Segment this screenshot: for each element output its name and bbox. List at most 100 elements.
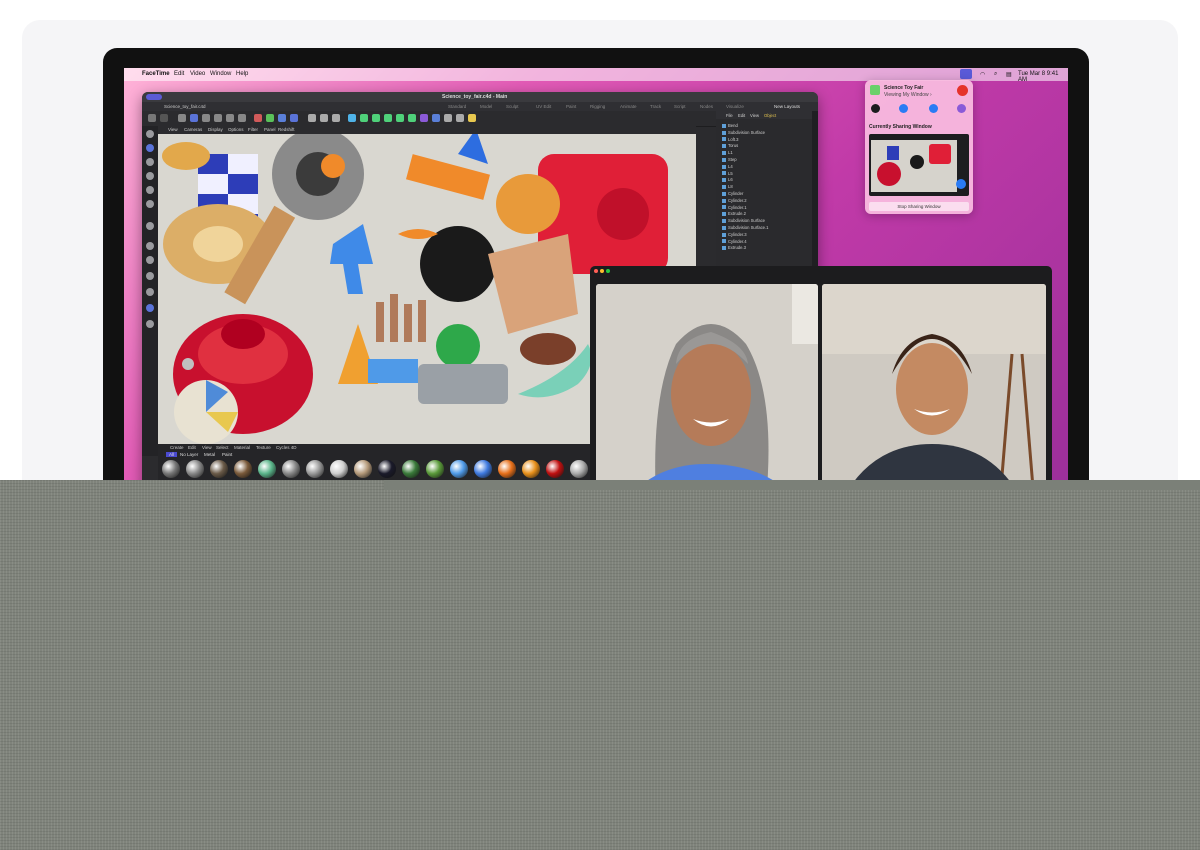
field-icon[interactable] <box>432 114 440 122</box>
material-swatch[interactable] <box>162 460 180 478</box>
vp-menu-panel[interactable]: Panel <box>264 127 276 132</box>
fracture-icon[interactable] <box>408 114 416 122</box>
tool-icon-13[interactable] <box>146 320 154 328</box>
object-row[interactable]: Subdivision Surface <box>722 130 765 136</box>
filter-metal[interactable]: Metal <box>204 452 215 457</box>
layout-tab-standard[interactable]: Standard <box>448 104 466 109</box>
material-swatch[interactable] <box>522 460 540 478</box>
object-row[interactable]: Extrude.2 <box>722 211 746 217</box>
material-swatch[interactable] <box>282 460 300 478</box>
camera-preview-icon[interactable] <box>871 104 880 113</box>
subdivision-icon[interactable] <box>372 114 380 122</box>
tool-icon-2[interactable] <box>146 144 154 152</box>
video-icon[interactable] <box>929 104 938 113</box>
mat-menu-select[interactable]: Select <box>216 445 229 450</box>
new-layouts-button[interactable]: New Layouts <box>774 104 800 109</box>
window-controls[interactable] <box>146 94 162 100</box>
object-row[interactable]: L1 <box>722 150 733 156</box>
layout-tab-nodes[interactable]: Nodes <box>700 104 713 109</box>
deformer-icon[interactable] <box>420 114 428 122</box>
shareplay-status-icon[interactable] <box>960 69 972 79</box>
vp-menu-display[interactable]: Display <box>208 127 223 132</box>
end-call-icon[interactable] <box>957 85 968 96</box>
menu-window[interactable]: Window <box>210 71 231 77</box>
cloner-icon[interactable] <box>396 114 404 122</box>
search-icon[interactable]: ⌕ <box>994 71 997 78</box>
material-swatch[interactable] <box>402 460 420 478</box>
object-row[interactable]: Subdivision Surface.1 <box>722 225 769 231</box>
undo-icon[interactable] <box>148 114 156 122</box>
om-menu-object[interactable]: Object <box>764 113 776 118</box>
vp-menu-cameras[interactable]: Cameras <box>184 127 202 132</box>
wifi-icon[interactable]: ◠ <box>980 71 985 78</box>
object-row[interactable]: Cylinder.1 <box>722 205 747 211</box>
vp-menu-options[interactable]: Options <box>228 127 244 132</box>
tool-icon-8[interactable] <box>146 242 154 250</box>
material-swatch[interactable] <box>498 460 516 478</box>
mat-menu-cycles[interactable]: Cycles 4D <box>276 445 297 450</box>
material-swatch[interactable] <box>330 460 348 478</box>
layout-tab-animate[interactable]: Animate <box>620 104 637 109</box>
mat-menu-texture[interactable]: Texture <box>256 445 271 450</box>
scene-icon[interactable] <box>444 114 452 122</box>
clock[interactable]: Tue Mar 8 9:41 AM <box>1018 71 1068 83</box>
tool-icon-1[interactable] <box>146 130 154 138</box>
layout-tab-paint[interactable]: Paint <box>566 104 576 109</box>
y-axis-icon[interactable] <box>266 114 274 122</box>
scale-tool-icon[interactable] <box>202 114 210 122</box>
layout-tab-script[interactable]: Script <box>674 104 686 109</box>
material-swatch[interactable] <box>186 460 204 478</box>
material-swatch[interactable] <box>426 460 444 478</box>
object-row[interactable]: Bend <box>722 123 738 129</box>
filter-paint[interactable]: Paint <box>222 452 232 457</box>
control-center-icon[interactable]: ▤ <box>1006 71 1012 78</box>
vp-menu-view[interactable]: View <box>168 127 178 132</box>
material-swatch[interactable] <box>450 460 468 478</box>
close-window-icon[interactable] <box>594 269 598 273</box>
zoom-window-icon[interactable] <box>606 269 610 273</box>
select-tool-icon[interactable] <box>178 114 186 122</box>
render-settings-icon[interactable] <box>332 114 340 122</box>
object-row[interactable]: Torus <box>722 143 738 149</box>
material-swatch[interactable] <box>354 460 372 478</box>
material-swatch[interactable] <box>306 460 324 478</box>
object-row[interactable]: Extrude.3 <box>722 245 746 251</box>
pen-icon[interactable] <box>360 114 368 122</box>
share-subtitle[interactable]: Viewing My Window › <box>884 92 932 98</box>
material-swatch[interactable] <box>546 460 564 478</box>
mat-menu-create[interactable]: Create <box>170 445 184 450</box>
tool-icon-7[interactable] <box>146 222 154 230</box>
mat-menu-material[interactable]: Material <box>234 445 250 450</box>
material-swatch[interactable] <box>234 460 252 478</box>
rotate-tool-icon[interactable] <box>214 114 222 122</box>
shared-window-thumbnail[interactable] <box>869 134 969 196</box>
vp-menu-filter[interactable]: Filter <box>248 127 258 132</box>
tool-icon-4[interactable] <box>146 172 154 180</box>
object-row[interactable]: L5 <box>722 171 733 177</box>
x-axis-icon[interactable] <box>254 114 262 122</box>
material-swatch[interactable] <box>570 460 588 478</box>
menu-app-name[interactable]: FaceTime <box>142 71 170 77</box>
redo-icon[interactable] <box>160 114 168 122</box>
array-icon[interactable] <box>384 114 392 122</box>
coordinate-system-icon[interactable] <box>290 114 298 122</box>
layout-tab-visualize[interactable]: Visualize <box>726 104 744 109</box>
object-row[interactable]: Cylinder.2 <box>722 198 747 204</box>
material-swatch[interactable] <box>258 460 276 478</box>
microphone-icon[interactable] <box>899 104 908 113</box>
object-row[interactable]: L4 <box>722 164 733 170</box>
object-row[interactable]: L8 <box>722 184 733 190</box>
layout-tab-sculpt[interactable]: Sculpt <box>506 104 519 109</box>
object-row[interactable]: Step <box>722 157 737 163</box>
layout-tab-track[interactable]: Track <box>650 104 661 109</box>
object-row[interactable]: Subdivision Surface <box>722 218 765 224</box>
tool-icon-5[interactable] <box>146 186 154 194</box>
light-icon[interactable] <box>468 114 476 122</box>
mat-menu-view[interactable]: View <box>202 445 212 450</box>
transform-tool-icon[interactable] <box>238 114 246 122</box>
material-swatch[interactable] <box>378 460 396 478</box>
participant-tile-2[interactable] <box>822 284 1046 500</box>
tool-icon-3[interactable] <box>146 158 154 166</box>
menu-edit[interactable]: Edit <box>174 71 184 77</box>
object-row[interactable]: Cylinder <box>722 191 743 197</box>
